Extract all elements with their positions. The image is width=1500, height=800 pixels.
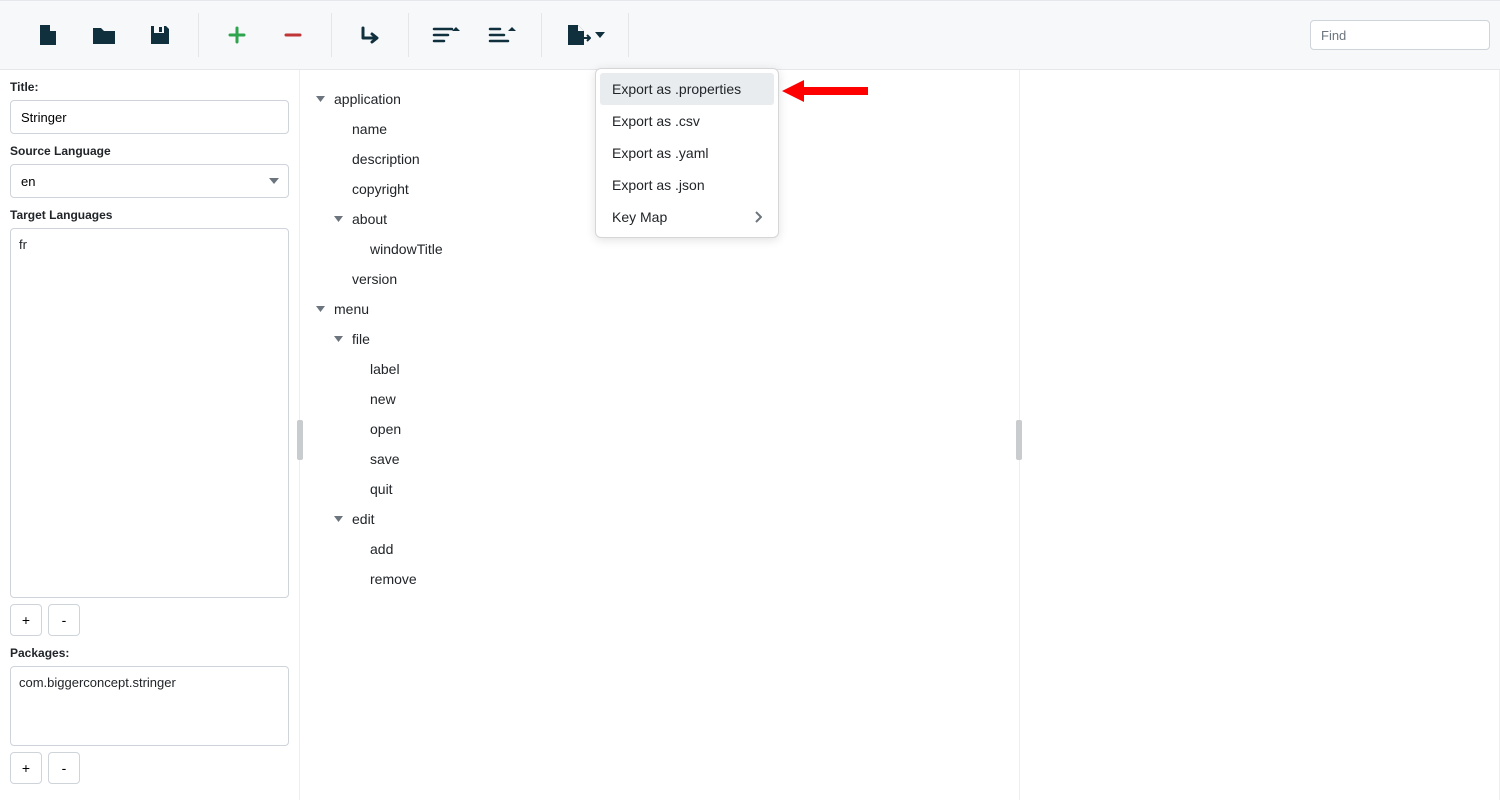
indent-arrow-icon xyxy=(358,24,382,46)
sort-asc-icon xyxy=(488,25,518,45)
export-file-icon xyxy=(565,23,591,47)
tree-item[interactable]: remove xyxy=(310,564,1009,594)
caret-down-icon[interactable] xyxy=(334,216,346,222)
add-package-button[interactable]: + xyxy=(10,752,42,784)
menu-item-label: Export as .csv xyxy=(612,113,700,129)
new-file-icon xyxy=(37,23,59,47)
editor-panel xyxy=(1020,70,1500,800)
toolbar xyxy=(0,0,1500,70)
menu-item-label: Export as .yaml xyxy=(612,145,708,161)
menu-item-label: Key Map xyxy=(612,209,667,225)
new-file-button[interactable] xyxy=(28,15,68,55)
menu-item[interactable]: Export as .csv xyxy=(600,105,774,137)
tree-item-label: windowTitle xyxy=(370,241,443,257)
plus-icon xyxy=(227,25,247,45)
menu-item[interactable]: Export as .json xyxy=(600,169,774,201)
sort-asc-button[interactable] xyxy=(483,15,523,55)
annotation-arrow xyxy=(782,78,868,104)
tree-item[interactable]: label xyxy=(310,354,1009,384)
tree-item[interactable]: menu xyxy=(310,294,1009,324)
resize-handle-right[interactable] xyxy=(1016,420,1022,460)
title-label: Title: xyxy=(10,80,289,94)
sort-desc-button[interactable] xyxy=(427,15,467,55)
packages-label: Packages: xyxy=(10,646,289,660)
list-item[interactable]: com.biggerconcept.stringer xyxy=(19,675,280,690)
add-language-button[interactable]: + xyxy=(10,604,42,636)
menu-item[interactable]: Key Map xyxy=(600,201,774,233)
target-languages-list[interactable]: fr xyxy=(10,228,289,598)
tree-item-label: file xyxy=(352,331,370,347)
chevron-right-icon xyxy=(755,211,762,223)
export-button[interactable] xyxy=(560,15,610,55)
tree-item-label: menu xyxy=(334,301,369,317)
remove-language-button[interactable]: - xyxy=(48,604,80,636)
tree-item-label: open xyxy=(370,421,401,437)
folder-icon xyxy=(91,24,117,46)
menu-item[interactable]: Export as .yaml xyxy=(600,137,774,169)
tree-item-label: label xyxy=(370,361,400,377)
caret-down-icon xyxy=(595,32,605,38)
save-button[interactable] xyxy=(140,15,180,55)
tree-item-label: about xyxy=(352,211,387,227)
tree-item-label: version xyxy=(352,271,397,287)
tree-item[interactable]: version xyxy=(310,264,1009,294)
tree-item[interactable]: new xyxy=(310,384,1009,414)
export-dropdown: Export as .properties Export as .csv Expor… xyxy=(595,68,779,238)
tree-item-label: name xyxy=(352,121,387,137)
sort-desc-icon xyxy=(432,25,462,45)
tree-item[interactable]: quit xyxy=(310,474,1009,504)
open-folder-button[interactable] xyxy=(84,15,124,55)
save-icon xyxy=(148,23,172,47)
remove-button[interactable] xyxy=(273,15,313,55)
caret-down-icon[interactable] xyxy=(316,306,328,312)
sidebar: Title: Source Language en Target Languag… xyxy=(0,70,300,800)
title-input[interactable] xyxy=(10,100,289,134)
menu-item-label: Export as .json xyxy=(612,177,705,193)
caret-down-icon[interactable] xyxy=(334,336,346,342)
tree-item[interactable]: add xyxy=(310,534,1009,564)
tree-item-label: remove xyxy=(370,571,417,587)
caret-down-icon[interactable] xyxy=(334,516,346,522)
tree-item-label: copyright xyxy=(352,181,409,197)
tree-item[interactable]: save xyxy=(310,444,1009,474)
target-languages-label: Target Languages xyxy=(10,208,289,222)
list-item[interactable]: fr xyxy=(19,237,280,252)
tree-item-label: description xyxy=(352,151,420,167)
indent-button[interactable] xyxy=(350,15,390,55)
source-language-select[interactable]: en xyxy=(10,164,289,198)
resize-handle-left[interactable] xyxy=(297,420,303,460)
tree-item[interactable]: open xyxy=(310,414,1009,444)
tree-item-label: edit xyxy=(352,511,375,527)
tree-item[interactable]: file xyxy=(310,324,1009,354)
tree-item-label: application xyxy=(334,91,401,107)
packages-list[interactable]: com.biggerconcept.stringer xyxy=(10,666,289,746)
tree-item[interactable]: edit xyxy=(310,504,1009,534)
find-input[interactable] xyxy=(1310,20,1490,50)
menu-item[interactable]: Export as .properties xyxy=(600,73,774,105)
minus-icon xyxy=(283,25,303,45)
caret-down-icon[interactable] xyxy=(316,96,328,102)
tree-item-label: new xyxy=(370,391,396,407)
tree-item-label: save xyxy=(370,451,400,467)
tree-item-label: add xyxy=(370,541,393,557)
menu-item-label: Export as .properties xyxy=(612,81,741,97)
source-language-label: Source Language xyxy=(10,144,289,158)
find-box xyxy=(1310,20,1490,50)
tree-item[interactable]: windowTitle xyxy=(310,234,1009,264)
add-button[interactable] xyxy=(217,15,257,55)
tree-item-label: quit xyxy=(370,481,393,497)
remove-package-button[interactable]: - xyxy=(48,752,80,784)
